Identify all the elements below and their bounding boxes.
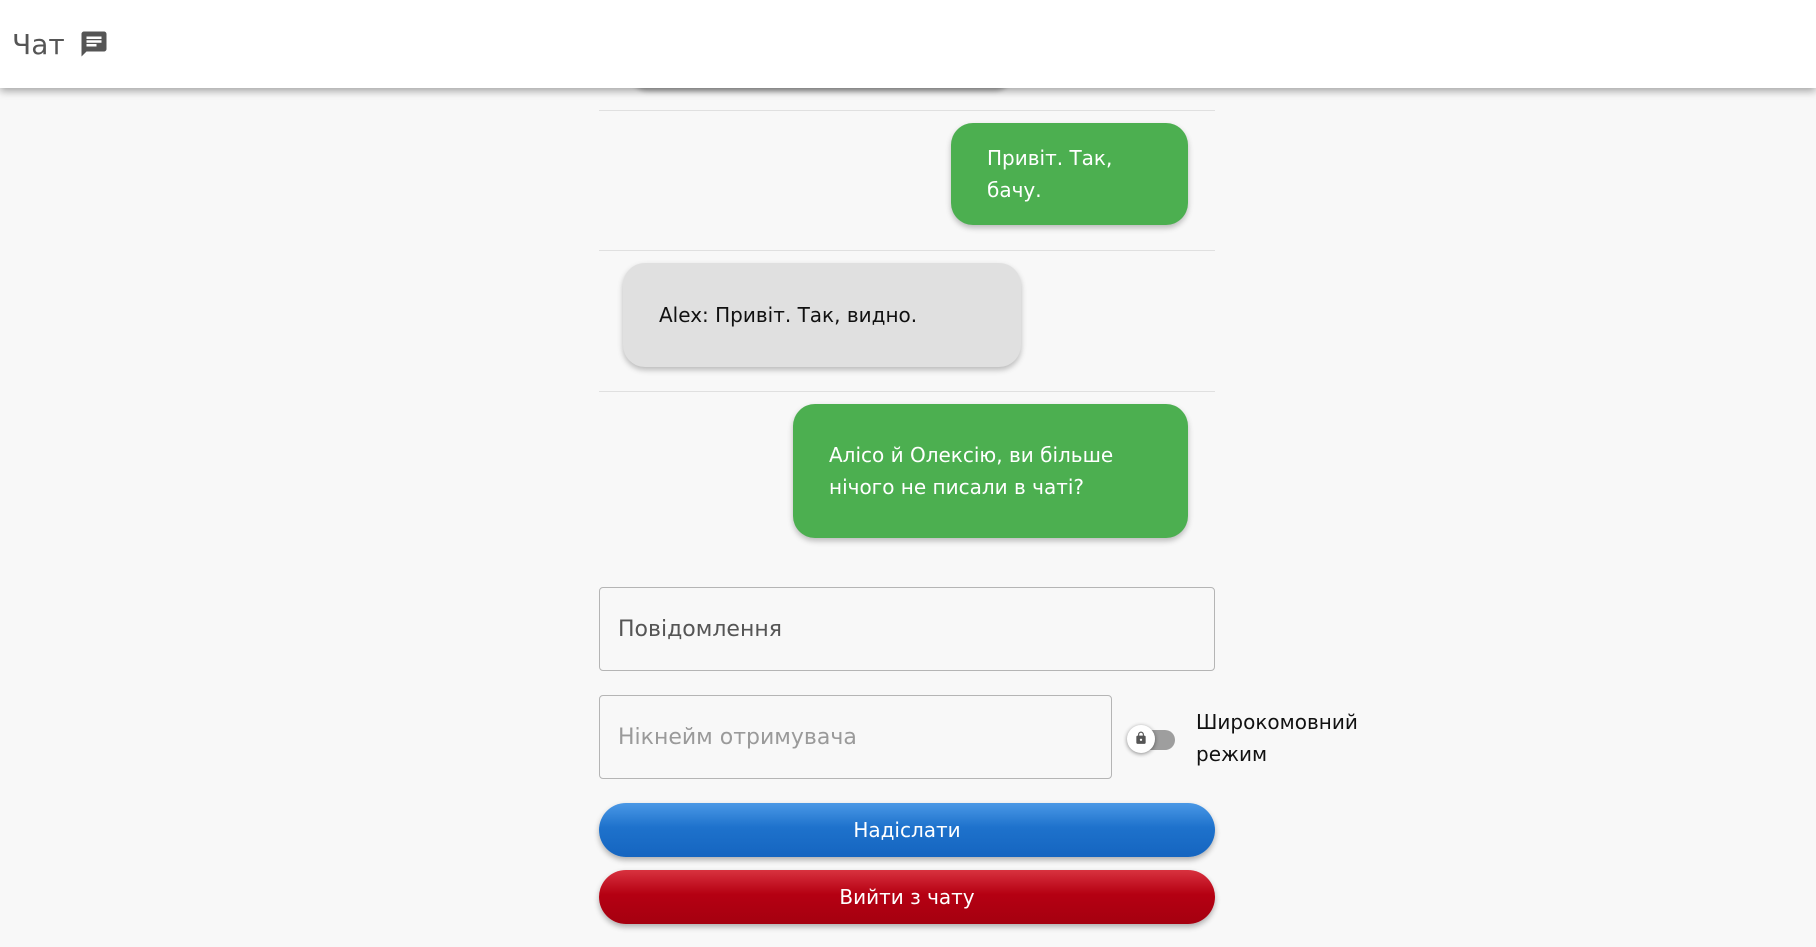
- leave-chat-button[interactable]: Вийти з чату: [599, 870, 1215, 924]
- message-bubble-own: Алісо й Олексію, ви більше нічого не пис…: [793, 404, 1188, 538]
- message-divider: [599, 250, 1215, 251]
- message-bubble-other: Alex: Привіт. Так, видно.: [623, 263, 1021, 367]
- app-header: Чат: [0, 0, 1816, 88]
- lock-icon: [1134, 730, 1148, 749]
- toggle-knob: [1127, 725, 1155, 753]
- send-button[interactable]: Надіслати: [599, 803, 1215, 857]
- broadcast-mode-toggle[interactable]: [1127, 723, 1179, 753]
- broadcast-mode-label: Широкомовний режим: [1196, 710, 1358, 766]
- chat-icon: [79, 29, 109, 59]
- message-input[interactable]: [599, 587, 1215, 671]
- page-title: Чат: [12, 27, 65, 61]
- message-divider: [599, 391, 1215, 392]
- message-text: Привіт. Так, бачу.: [987, 146, 1113, 202]
- message-bubble-own: Привіт. Так, бачу.: [951, 123, 1188, 225]
- recipient-nickname-input[interactable]: [599, 695, 1112, 779]
- message-text: Alex: Привіт. Так, видно.: [659, 303, 918, 327]
- message-divider: [599, 110, 1215, 111]
- message-text: Алісо й Олексію, ви більше нічого не пис…: [829, 443, 1114, 499]
